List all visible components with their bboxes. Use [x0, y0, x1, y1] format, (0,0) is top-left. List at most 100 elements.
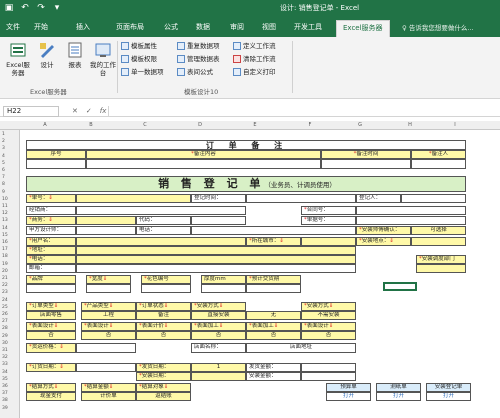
input-business[interactable]: [76, 216, 136, 225]
row-header[interactable]: 6: [2, 168, 5, 173]
input-ship-amount[interactable]: [301, 363, 356, 372]
tab-file[interactable]: 文件: [6, 22, 20, 32]
my-workbench-button[interactable]: 我的工作台: [88, 41, 118, 77]
row-header[interactable]: 7: [2, 175, 5, 180]
open-install-register-link[interactable]: 打开: [426, 392, 471, 401]
input-designer[interactable]: [76, 226, 136, 235]
value-surface[interactable]: 否: [191, 331, 246, 340]
report-button[interactable]: 报表: [60, 41, 90, 69]
design-button[interactable]: 设计: [32, 41, 62, 69]
input-address[interactable]: [76, 246, 356, 255]
value-install-method-2[interactable]: 不需安装: [301, 311, 356, 320]
row-header[interactable]: 1: [2, 132, 5, 137]
column-header[interactable]: E: [250, 122, 260, 128]
value-order-status[interactable]: 备注: [136, 311, 191, 320]
row-header[interactable]: 35: [2, 377, 8, 382]
column-header[interactable]: D: [195, 122, 205, 128]
tab-excel-server[interactable]: Excel服务器: [336, 20, 390, 37]
redo-button[interactable]: ↷: [36, 3, 46, 14]
row-header[interactable]: 10: [2, 197, 8, 202]
row-header[interactable]: 25: [2, 305, 8, 310]
select-installer-confirm[interactable]: 可选择: [411, 226, 466, 235]
input-order-no[interactable]: [76, 194, 191, 203]
excel-server-button[interactable]: Excel服务器: [3, 41, 33, 77]
row-header[interactable]: 34: [2, 370, 8, 375]
row-header[interactable]: 4: [2, 154, 5, 159]
product-cell[interactable]: [246, 284, 301, 293]
open-budget-link[interactable]: 打开: [326, 392, 371, 401]
input-register-time[interactable]: [246, 194, 356, 203]
value-install-method[interactable]: 直接安装: [191, 311, 246, 320]
order-cell[interactable]: [321, 159, 411, 169]
row-header[interactable]: 33: [2, 362, 8, 367]
input-registrant[interactable]: [401, 194, 466, 203]
value-surface[interactable]: 否: [301, 331, 356, 340]
row-header[interactable]: 5: [2, 161, 5, 166]
row-header[interactable]: 13: [2, 218, 8, 223]
value-product-type[interactable]: 工程: [81, 311, 136, 320]
chevron-down-icon[interactable]: ▾: [52, 3, 62, 14]
value-settle-amount[interactable]: 计价单: [81, 392, 136, 401]
custom-print-button[interactable]: 自定义打印: [233, 68, 276, 76]
cancel-icon[interactable]: ✕: [72, 106, 78, 116]
row-header[interactable]: 19: [2, 262, 8, 267]
order-cell[interactable]: [86, 159, 321, 169]
order-cell[interactable]: [26, 159, 86, 169]
row-header[interactable]: 2: [2, 139, 5, 144]
name-box[interactable]: H22: [3, 106, 59, 117]
row-header[interactable]: 28: [2, 326, 8, 331]
column-header[interactable]: B: [86, 122, 96, 128]
tab-insert[interactable]: 插入: [76, 22, 90, 32]
product-cell[interactable]: [86, 284, 131, 293]
value-settle-method[interactable]: 现金支付: [26, 392, 76, 401]
product-cell[interactable]: [201, 284, 246, 293]
product-cell[interactable]: [141, 284, 191, 293]
row-header[interactable]: 39: [2, 406, 8, 411]
tab-review[interactable]: 审阅: [230, 22, 244, 32]
table-formula-button[interactable]: 表间公式: [177, 68, 213, 76]
template-properties-button[interactable]: 模板属性: [121, 42, 157, 50]
input-code[interactable]: [191, 216, 246, 225]
column-header[interactable]: I: [450, 122, 460, 128]
input-document-no[interactable]: [356, 216, 466, 225]
manage-data-tables-button[interactable]: 管理数据表: [177, 55, 220, 63]
tab-formulas[interactable]: 公式: [164, 22, 178, 32]
row-header[interactable]: 38: [2, 398, 8, 403]
template-permissions-button[interactable]: 模板权限: [121, 55, 157, 63]
row-header[interactable]: 17: [2, 247, 8, 252]
formula-input[interactable]: [108, 106, 496, 117]
column-header[interactable]: F: [305, 122, 315, 128]
input-mobile[interactable]: [76, 255, 356, 264]
single-data-item-button[interactable]: 单一数据项: [121, 68, 164, 76]
row-header[interactable]: 11: [2, 204, 8, 209]
row-header[interactable]: 12: [2, 211, 8, 216]
order-cell[interactable]: [411, 159, 466, 169]
tab-developer[interactable]: 开发工具: [294, 22, 322, 32]
product-cell[interactable]: [26, 284, 76, 293]
input-dispatch-dept[interactable]: [416, 264, 466, 273]
row-header[interactable]: 31: [2, 348, 8, 353]
tell-me-search[interactable]: ♀ 告诉我您想要做什么...: [402, 22, 474, 32]
input-install-date[interactable]: [191, 372, 246, 381]
row-header[interactable]: 32: [2, 355, 8, 360]
row-header[interactable]: 23: [2, 290, 8, 295]
function-icon[interactable]: fx: [100, 106, 107, 116]
tab-view[interactable]: 视图: [262, 22, 276, 32]
input-email[interactable]: [76, 264, 356, 273]
row-header[interactable]: 8: [2, 182, 5, 187]
column-header[interactable]: H: [405, 122, 415, 128]
input-phone[interactable]: [191, 226, 356, 235]
open-measure-link[interactable]: 打开: [376, 392, 421, 401]
value-surface[interactable]: 否: [81, 331, 136, 340]
tab-page-layout[interactable]: 页面布局: [116, 22, 144, 32]
row-header[interactable]: 21: [2, 276, 8, 281]
row-header[interactable]: 20: [2, 269, 8, 274]
undo-button[interactable]: ↶: [20, 3, 30, 14]
enter-icon[interactable]: ✓: [86, 106, 92, 116]
value-order-type[interactable]: 店面零售: [26, 311, 76, 320]
clear-workflow-button[interactable]: 清除工作流: [233, 55, 276, 63]
value-surface[interactable]: 否: [136, 331, 191, 340]
tab-home[interactable]: 开始: [34, 22, 48, 32]
value-surface[interactable]: 否: [26, 331, 76, 340]
save-icon[interactable]: ▣: [4, 3, 14, 14]
